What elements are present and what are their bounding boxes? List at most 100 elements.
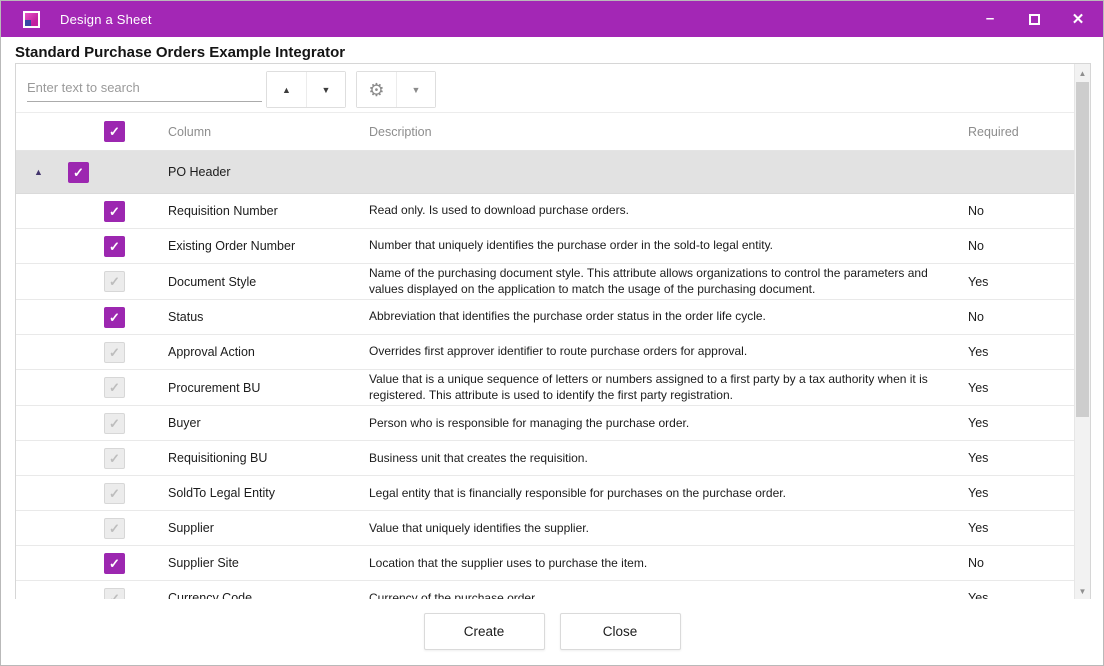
row-required-value: No xyxy=(968,239,1074,253)
row-required-value: Yes xyxy=(968,345,1074,359)
row-checkbox: ✓ xyxy=(104,448,125,469)
row-column-name: Approval Action xyxy=(168,345,369,359)
row-description: Location that the supplier uses to purch… xyxy=(369,554,968,574)
row-description: Read only. Is used to download purchase … xyxy=(369,201,968,221)
arrow-up-icon: ▲ xyxy=(282,85,291,95)
table-row[interactable]: ✓ SoldTo Legal Entity Legal entity that … xyxy=(16,476,1074,511)
group-checkbox[interactable]: ✓ xyxy=(68,162,89,183)
row-column-name: Requisition Number xyxy=(168,204,369,218)
check-icon: ✓ xyxy=(109,125,120,138)
scrollbar-up-icon[interactable]: ▲ xyxy=(1075,65,1090,81)
row-description: Overrides first approver identifier to r… xyxy=(369,342,968,362)
check-icon: ✓ xyxy=(109,522,120,535)
search-input[interactable] xyxy=(27,73,262,102)
scrollbar-down-icon[interactable]: ▼ xyxy=(1075,583,1090,599)
row-checkbox[interactable]: ✓ xyxy=(104,307,125,328)
row-required-value: No xyxy=(968,556,1074,570)
row-description: Business unit that creates the requisiti… xyxy=(369,449,968,469)
row-column-name: Status xyxy=(168,310,369,324)
row-required-value: Yes xyxy=(968,416,1074,430)
settings-dropdown-button[interactable]: ▼ xyxy=(396,72,435,107)
row-required-value: No xyxy=(968,310,1074,324)
check-icon: ✓ xyxy=(109,311,120,324)
gear-icon: ⚙ xyxy=(368,81,384,99)
row-checkbox: ✓ xyxy=(104,342,125,363)
row-required-value: Yes xyxy=(968,486,1074,500)
check-icon: ✓ xyxy=(73,166,84,179)
maximize-icon xyxy=(1029,14,1040,25)
search-next-button[interactable]: ▼ xyxy=(306,72,345,107)
table-header-row: ✓ Column Description Required xyxy=(16,112,1074,151)
sheet-designer-panel: ▲ ▼ ⚙ ▼ ✓ Column Description Required ▲ xyxy=(15,63,1091,601)
collapse-icon[interactable]: ▲ xyxy=(34,167,46,177)
check-icon: ✓ xyxy=(109,381,120,394)
table-row[interactable]: ✓ Status Abbreviation that identifies th… xyxy=(16,300,1074,335)
table-row[interactable]: ✓ Requisitioning BU Business unit that c… xyxy=(16,441,1074,476)
close-dialog-button[interactable]: Close xyxy=(560,613,681,650)
check-icon: ✓ xyxy=(109,452,120,465)
column-header-required: Required xyxy=(968,125,1074,139)
settings-group: ⚙ ▼ xyxy=(356,71,436,108)
row-column-name: Document Style xyxy=(168,275,369,289)
minimize-icon: – xyxy=(986,14,994,24)
create-button[interactable]: Create xyxy=(424,613,545,650)
table-row[interactable]: ✓ Supplier Site Location that the suppli… xyxy=(16,546,1074,581)
row-description: Value that uniquely identifies the suppl… xyxy=(369,519,968,539)
row-column-name: Existing Order Number xyxy=(168,239,369,253)
row-description: Value that is a unique sequence of lette… xyxy=(369,370,968,405)
row-checkbox[interactable]: ✓ xyxy=(104,201,125,222)
close-icon: ✕ xyxy=(1072,10,1085,28)
minimize-button[interactable]: – xyxy=(975,6,1005,32)
vertical-scrollbar[interactable]: ▲ ▼ xyxy=(1074,64,1090,600)
settings-button[interactable]: ⚙ xyxy=(357,72,396,107)
app-icon xyxy=(23,11,40,28)
group-label: PO Header xyxy=(168,165,231,179)
column-header-description: Description xyxy=(369,125,968,139)
arrow-down-icon: ▼ xyxy=(322,85,331,95)
row-column-name: Procurement BU xyxy=(168,381,369,395)
dialog-footer: Create Close xyxy=(1,599,1103,665)
row-checkbox: ✓ xyxy=(104,377,125,398)
table-row[interactable]: ✓ Requisition Number Read only. Is used … xyxy=(16,194,1074,229)
search-previous-button[interactable]: ▲ xyxy=(267,72,306,107)
check-icon: ✓ xyxy=(109,557,120,570)
table-row[interactable]: ✓ Procurement BU Value that is a unique … xyxy=(16,370,1074,406)
row-required-value: Yes xyxy=(968,275,1074,289)
check-icon: ✓ xyxy=(109,275,120,288)
close-button[interactable]: ✕ xyxy=(1063,6,1093,32)
table-row[interactable]: ✓ Document Style Name of the purchasing … xyxy=(16,264,1074,300)
search-nav-group: ▲ ▼ xyxy=(266,71,346,108)
row-checkbox: ✓ xyxy=(104,518,125,539)
table-row[interactable]: ✓ Approval Action Overrides first approv… xyxy=(16,335,1074,370)
row-description: Number that uniquely identifies the purc… xyxy=(369,236,968,256)
row-required-value: No xyxy=(968,204,1074,218)
row-column-name: Buyer xyxy=(168,416,369,430)
check-icon: ✓ xyxy=(109,487,120,500)
row-column-name: SoldTo Legal Entity xyxy=(168,486,369,500)
scrollbar-thumb[interactable] xyxy=(1076,82,1089,417)
select-all-checkbox[interactable]: ✓ xyxy=(104,121,125,142)
row-description: Person who is responsible for managing t… xyxy=(369,414,968,434)
row-required-value: Yes xyxy=(968,521,1074,535)
maximize-button[interactable] xyxy=(1019,6,1049,32)
table-row[interactable]: ✓ Buyer Person who is responsible for ma… xyxy=(16,406,1074,441)
row-checkbox: ✓ xyxy=(104,413,125,434)
table-row[interactable]: ✓ Currency Code Currency of the purchase… xyxy=(16,581,1074,600)
column-header-column: Column xyxy=(168,125,369,139)
check-icon: ✓ xyxy=(109,240,120,253)
toolbar: ▲ ▼ ⚙ ▼ xyxy=(16,64,1074,112)
group-row-po-header[interactable]: ▲ ✓ PO Header xyxy=(16,151,1074,194)
table-row[interactable]: ✓ Supplier Value that uniquely identifie… xyxy=(16,511,1074,546)
table-row[interactable]: ✓ Existing Order Number Number that uniq… xyxy=(16,229,1074,264)
row-checkbox[interactable]: ✓ xyxy=(104,236,125,257)
row-required-value: Yes xyxy=(968,451,1074,465)
row-checkbox: ✓ xyxy=(104,271,125,292)
title-bar: Design a Sheet – ✕ xyxy=(1,1,1103,37)
row-checkbox: ✓ xyxy=(104,483,125,504)
check-icon: ✓ xyxy=(109,346,120,359)
window-title: Design a Sheet xyxy=(60,12,152,27)
page-title: Standard Purchase Orders Example Integra… xyxy=(15,44,345,61)
row-column-name: Supplier xyxy=(168,521,369,535)
row-checkbox[interactable]: ✓ xyxy=(104,553,125,574)
row-description: Name of the purchasing document style. T… xyxy=(369,264,968,299)
